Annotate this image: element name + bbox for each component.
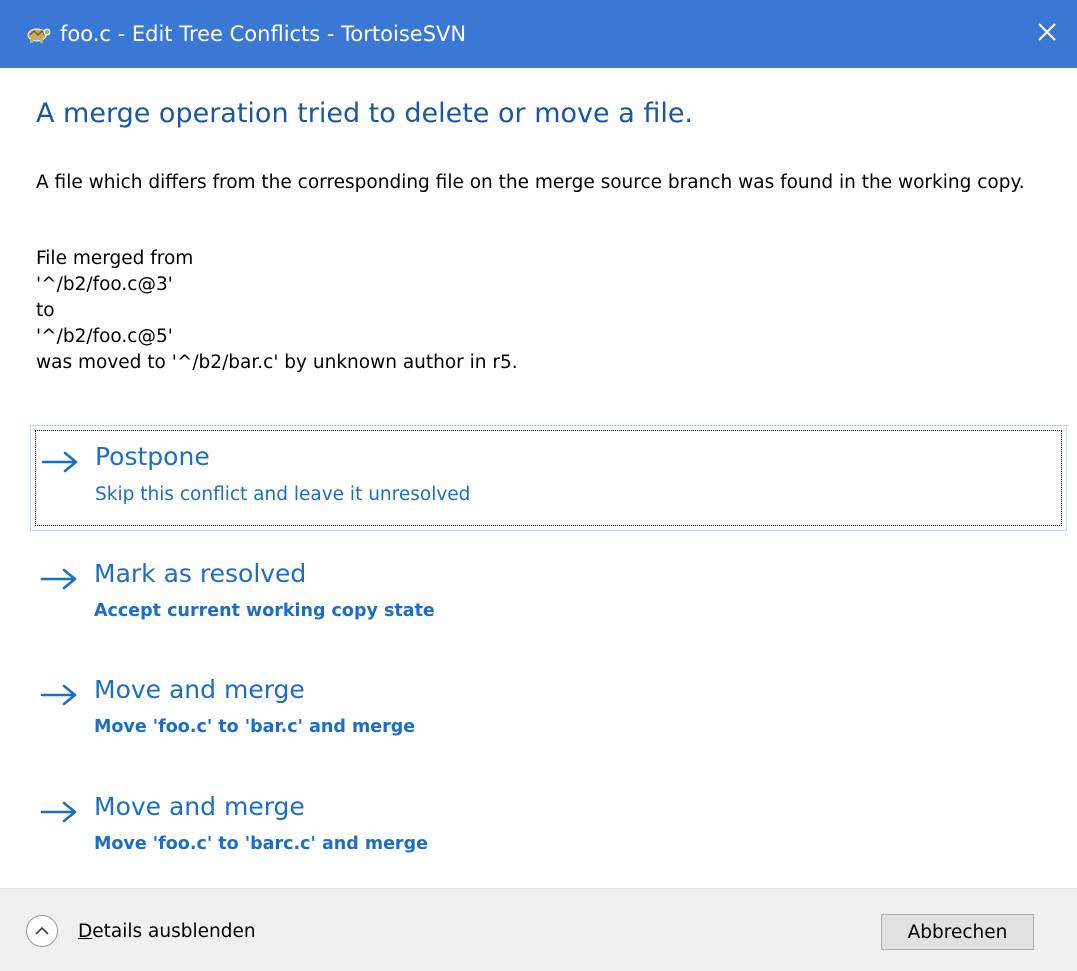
- postpone-command-link[interactable]: Postpone Skip this conflict and leave it…: [30, 425, 1067, 531]
- dialog-content: A merge operation tried to delete or mov…: [0, 68, 1077, 888]
- arrow-right-icon: [41, 450, 81, 474]
- tortoise-icon: [24, 22, 52, 46]
- command-title: Move and merge: [94, 675, 305, 704]
- details-toggle-text: etails ausblenden: [92, 920, 256, 942]
- conflict-details: File merged from '^/b2/foo.c@3' to '^/b2…: [36, 246, 518, 376]
- command-title: Mark as resolved: [94, 559, 307, 588]
- command-subtitle: Move 'foo.c' to 'bar.c' and merge: [94, 717, 416, 737]
- mark-resolved-command-link[interactable]: Mark as resolved Accept current working …: [30, 543, 1067, 649]
- command-subtitle: Move 'foo.c' to 'barc.c' and merge: [94, 834, 428, 854]
- edit-tree-conflicts-dialog: foo.c - Edit Tree Conflicts - TortoiseSV…: [0, 0, 1077, 971]
- main-instruction: A merge operation tried to delete or mov…: [36, 98, 694, 129]
- arrow-right-icon: [40, 800, 80, 824]
- move-merge-barc-command-link[interactable]: Move and merge Move 'foo.c' to 'barc.c' …: [30, 776, 1067, 882]
- command-title: Postpone: [95, 442, 210, 471]
- arrow-right-icon: [40, 683, 80, 707]
- conflict-description: A file which differs from the correspond…: [36, 172, 1025, 193]
- command-subtitle: Accept current working copy state: [94, 601, 435, 621]
- dialog-footer: Details ausblenden Abbrechen: [0, 888, 1077, 971]
- details-toggle-label: Details ausblenden: [78, 921, 256, 942]
- title-bar[interactable]: foo.c - Edit Tree Conflicts - TortoiseSV…: [0, 0, 1077, 68]
- details-line: was moved to '^/b2/bar.c' by unknown aut…: [36, 352, 518, 373]
- window-title: foo.c - Edit Tree Conflicts - TortoiseSV…: [60, 22, 467, 46]
- details-toggle-accelerator: D: [78, 920, 93, 942]
- close-icon: [1037, 22, 1057, 46]
- details-line: '^/b2/foo.c@5': [36, 326, 173, 347]
- command-title: Move and merge: [94, 792, 305, 821]
- details-line: File merged from: [36, 248, 194, 269]
- details-toggle[interactable]: Details ausblenden: [26, 911, 256, 951]
- command-subtitle: Skip this conflict and leave it unresolv…: [95, 484, 471, 505]
- arrow-right-icon: [40, 567, 80, 591]
- move-merge-bar-command-link[interactable]: Move and merge Move 'foo.c' to 'bar.c' a…: [30, 659, 1067, 765]
- details-line: '^/b2/foo.c@3': [36, 274, 173, 295]
- cancel-button[interactable]: Abbrechen: [881, 914, 1034, 950]
- details-line: to: [36, 300, 55, 321]
- close-button[interactable]: [1017, 0, 1077, 68]
- chevron-up-icon: [26, 915, 58, 947]
